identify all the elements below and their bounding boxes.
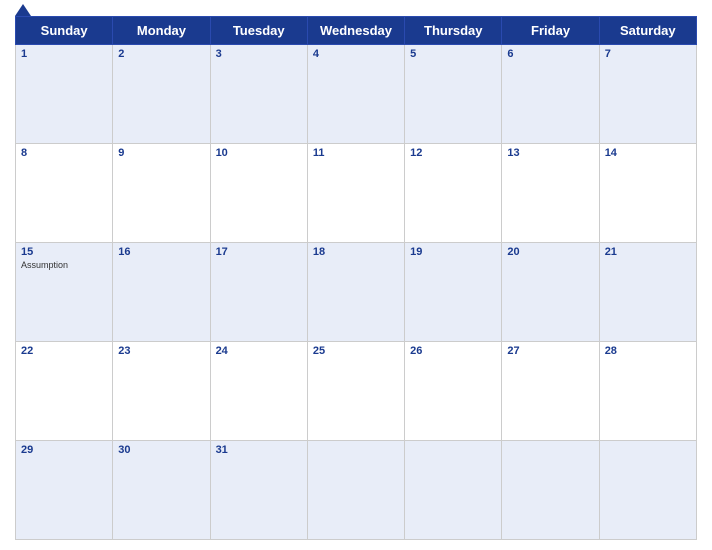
weekday-header-row: SundayMondayTuesdayWednesdayThursdayFrid… bbox=[16, 17, 697, 45]
calendar-week-4: 22 23 24 25 26 27 28 bbox=[16, 342, 697, 441]
day-number: 8 bbox=[21, 147, 107, 159]
calendar-cell: 14 bbox=[599, 144, 696, 243]
calendar-cell: 20 bbox=[502, 243, 599, 342]
weekday-saturday: Saturday bbox=[599, 17, 696, 45]
calendar-cell: 4 bbox=[307, 45, 404, 144]
day-number: 24 bbox=[216, 345, 302, 357]
weekday-friday: Friday bbox=[502, 17, 599, 45]
calendar-cell: 6 bbox=[502, 45, 599, 144]
weekday-sunday: Sunday bbox=[16, 17, 113, 45]
calendar-cell: 27 bbox=[502, 342, 599, 441]
day-number: 11 bbox=[313, 147, 399, 159]
logo bbox=[15, 4, 31, 16]
weekday-thursday: Thursday bbox=[405, 17, 502, 45]
calendar-cell: 22 bbox=[16, 342, 113, 441]
day-number: 26 bbox=[410, 345, 496, 357]
day-number: 10 bbox=[216, 147, 302, 159]
calendar-cell: 11 bbox=[307, 144, 404, 243]
day-number: 18 bbox=[313, 246, 399, 258]
day-number: 2 bbox=[118, 48, 204, 60]
calendar-table: SundayMondayTuesdayWednesdayThursdayFrid… bbox=[15, 16, 697, 540]
calendar-cell: 31 bbox=[210, 441, 307, 540]
calendar-cell: 10 bbox=[210, 144, 307, 243]
calendar-week-2: 89 10 11 12 13 14 bbox=[16, 144, 697, 243]
day-number: 30 bbox=[118, 444, 204, 456]
calendar-cell: 19 bbox=[405, 243, 502, 342]
day-number: 9 bbox=[118, 147, 204, 159]
day-number: 19 bbox=[410, 246, 496, 258]
day-number: 20 bbox=[507, 246, 593, 258]
calendar-cell: 17 bbox=[210, 243, 307, 342]
day-number: 21 bbox=[605, 246, 691, 258]
calendar-cell bbox=[502, 441, 599, 540]
day-number: 3 bbox=[216, 48, 302, 60]
day-number: 12 bbox=[410, 147, 496, 159]
calendar-cell bbox=[307, 441, 404, 540]
weekday-tuesday: Tuesday bbox=[210, 17, 307, 45]
day-number: 27 bbox=[507, 345, 593, 357]
day-number: 17 bbox=[216, 246, 302, 258]
calendar-cell: 13 bbox=[502, 144, 599, 243]
calendar-cell: 1 bbox=[16, 45, 113, 144]
calendar-cell: 25 bbox=[307, 342, 404, 441]
calendar-week-1: 1234567 bbox=[16, 45, 697, 144]
calendar-week-5: 29 30 31 bbox=[16, 441, 697, 540]
day-number: 4 bbox=[313, 48, 399, 60]
day-number: 13 bbox=[507, 147, 593, 159]
event-label: Assumption bbox=[21, 260, 107, 270]
weekday-monday: Monday bbox=[113, 17, 210, 45]
calendar-cell: 2 bbox=[113, 45, 210, 144]
day-number: 7 bbox=[605, 48, 691, 60]
calendar-cell: 7 bbox=[599, 45, 696, 144]
day-number: 15 bbox=[21, 246, 107, 258]
day-number: 14 bbox=[605, 147, 691, 159]
calendar-cell: 3 bbox=[210, 45, 307, 144]
calendar-cell: 16 bbox=[113, 243, 210, 342]
calendar-body: 123456789101112131415Assumption161718192… bbox=[16, 45, 697, 540]
calendar-cell: 26 bbox=[405, 342, 502, 441]
day-number: 31 bbox=[216, 444, 302, 456]
calendar-cell: 15 Assumption bbox=[16, 243, 113, 342]
weekday-wednesday: Wednesday bbox=[307, 17, 404, 45]
day-number: 22 bbox=[21, 345, 107, 357]
calendar-cell: 18 bbox=[307, 243, 404, 342]
day-number: 16 bbox=[118, 246, 204, 258]
calendar-week-3: 15 Assumption 16 17 18 19 20 21 bbox=[16, 243, 697, 342]
day-number: 6 bbox=[507, 48, 593, 60]
day-number: 5 bbox=[410, 48, 496, 60]
calendar-cell: 30 bbox=[113, 441, 210, 540]
calendar-cell: 28 bbox=[599, 342, 696, 441]
calendar-cell: 23 bbox=[113, 342, 210, 441]
calendar-cell: 29 bbox=[16, 441, 113, 540]
day-number: 23 bbox=[118, 345, 204, 357]
calendar-cell bbox=[599, 441, 696, 540]
calendar-cell: 12 bbox=[405, 144, 502, 243]
logo-icon bbox=[15, 4, 31, 16]
calendar-cell: 24 bbox=[210, 342, 307, 441]
calendar-cell: 5 bbox=[405, 45, 502, 144]
day-number: 25 bbox=[313, 345, 399, 357]
calendar-cell: 8 bbox=[16, 144, 113, 243]
day-number: 29 bbox=[21, 444, 107, 456]
day-number: 1 bbox=[21, 48, 107, 60]
day-number: 28 bbox=[605, 345, 691, 357]
calendar-cell: 9 bbox=[113, 144, 210, 243]
calendar-cell: 21 bbox=[599, 243, 696, 342]
calendar-cell bbox=[405, 441, 502, 540]
